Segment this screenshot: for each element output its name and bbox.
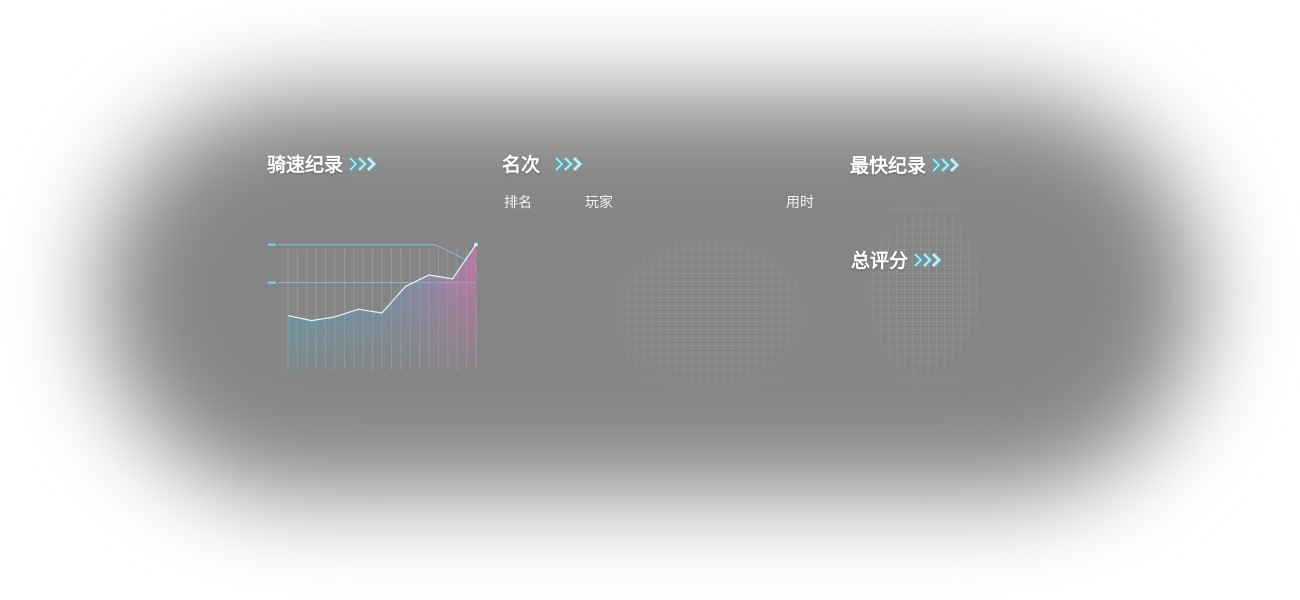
speed-record-title-text: 骑速纪录: [267, 154, 344, 176]
chevrons-right-icon: [931, 157, 960, 172]
total-score-title: 总评分: [851, 246, 945, 273]
player-column-header: 玩家: [585, 195, 613, 211]
rank-title-text: 名次: [502, 154, 541, 176]
rank-column-header: 排名: [504, 195, 532, 211]
chevrons-right-icon: [913, 252, 942, 267]
total-score-title-text: 总评分: [851, 250, 909, 272]
background-grid-center: [580, 210, 840, 410]
chevrons-right-icon: [554, 156, 583, 171]
speed-record-chart: [262, 210, 484, 380]
page: 骑速纪录 名次 最快纪录 总评分 排名 玩家 用时: [0, 0, 1300, 600]
speed-record-chart-svg: [268, 242, 478, 370]
series-endpoint: [474, 242, 478, 247]
fastest-record-title-text: 最快纪录: [850, 155, 927, 177]
time-column-header: 用时: [786, 195, 814, 211]
reference-line: [278, 244, 477, 266]
rank-title: 名次: [502, 150, 586, 177]
chevrons-right-icon: [348, 156, 377, 171]
fastest-record-title: 最快纪录: [850, 151, 963, 178]
speed-record-title: 骑速纪录: [267, 150, 380, 177]
background-grid-right: [840, 170, 1010, 410]
